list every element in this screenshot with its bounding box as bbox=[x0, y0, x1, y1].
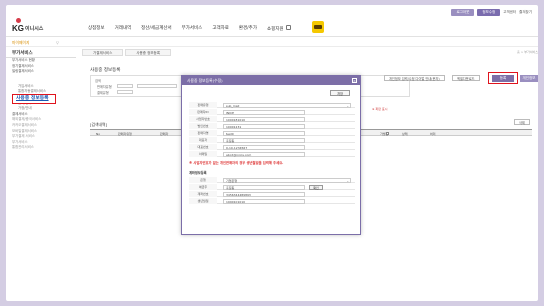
field-row: 생년월일 1990101010 bbox=[189, 198, 355, 205]
seller-name-field[interactable]: test0 bbox=[223, 131, 305, 136]
field-label: 계좌번호 bbox=[189, 191, 217, 198]
page-title: 사용중 정보등록 bbox=[90, 68, 121, 73]
field-row: 판매자명 test0 bbox=[189, 130, 355, 137]
profile-edit-button[interactable]: 정보수정 bbox=[477, 9, 501, 16]
grid-icon bbox=[285, 25, 291, 30]
field-row: 판매자ID INICE bbox=[189, 109, 355, 116]
logout-button[interactable]: 로그아웃 bbox=[451, 9, 475, 16]
email-field[interactable]: abcd@inicis.com bbox=[223, 152, 305, 157]
main-nav: 상점정보 거래내역 정산/세금계산서 부가서비스 고객자료 환경/추가 쇼핑지원 bbox=[88, 25, 291, 32]
red-hint: ※ 파란 표시 bbox=[372, 107, 388, 111]
filter-seller-type-label: 판매자유형 bbox=[97, 85, 112, 89]
nav-store-info[interactable]: 상점정보 bbox=[88, 25, 105, 32]
field-row: 대표자 홍길동 bbox=[189, 137, 355, 144]
logo-inicis: 이니시스 bbox=[25, 26, 44, 32]
nav-settlement[interactable]: 정산/세금계산서 bbox=[141, 25, 172, 32]
app-window: 로그아웃 정보수정 고객센터 즐겨찾기 KG 이니시스 상점정보 거래내역 정산… bbox=[6, 5, 538, 301]
top-header: KG 이니시스 상점정보 거래내역 정산/세금계산서 부가서비스 고객자료 환경… bbox=[6, 17, 538, 37]
save-button[interactable]: 저장 bbox=[330, 90, 350, 96]
nav-transactions[interactable]: 거래내역 bbox=[115, 25, 132, 32]
sidebar-item[interactable]: 통합관리서비스 bbox=[6, 145, 76, 151]
filter-label: 검색 bbox=[95, 79, 101, 83]
sidebar-item-selected-label: 사용중 정보등록 bbox=[16, 96, 49, 101]
field-label: 대표자 bbox=[189, 137, 217, 144]
seller-id-field[interactable]: INICE bbox=[223, 110, 305, 115]
field-label: 은행 bbox=[189, 177, 217, 184]
warning-text: ※ 사업자번호가 없는 개인판매자의 경우 생년월일을 입력해 주세요. bbox=[189, 161, 284, 165]
tab-payment[interactable]: 가결제서비스 bbox=[82, 49, 124, 56]
customer-center-link[interactable]: 고객센터 bbox=[503, 10, 516, 15]
breadcrumb: 홈 > 부가서비스 bbox=[517, 50, 538, 54]
tab-bar: 가결제서비스 사용중 정보등록 bbox=[82, 49, 173, 56]
breadcrumb-row: 마이페이지 ▽ bbox=[6, 39, 538, 47]
seller-type-input[interactable] bbox=[137, 83, 177, 88]
field-row: 법인번호 10001231 bbox=[189, 123, 355, 130]
account-number-field[interactable]: 3456344489893 bbox=[223, 192, 305, 197]
sidebar: 부가서비스 부가서비스 현황 정기결제서비스 빌링결제서비스 가입서비스 통합자… bbox=[6, 49, 76, 301]
field-label: 예금주 bbox=[189, 184, 217, 191]
nav-settings[interactable]: 환경/추가 bbox=[239, 25, 257, 32]
field-label: 이메일 bbox=[189, 151, 217, 158]
verify-button[interactable]: 확인 bbox=[309, 185, 323, 190]
dialog-header: 사용중 정보등록(수정) × bbox=[182, 76, 360, 85]
nav-shopping-support[interactable]: 쇼핑지원 bbox=[267, 25, 291, 32]
field-label: 판매자ID bbox=[189, 109, 217, 116]
phone-field[interactable]: 0-10-1234567 bbox=[223, 145, 305, 150]
favorites-link[interactable]: 즐겨찾기 bbox=[519, 10, 532, 15]
corp-number-field[interactable]: 10001231 bbox=[223, 124, 305, 129]
logo[interactable]: KG 이니시스 bbox=[12, 18, 56, 35]
utility-bar: 로그아웃 정보수정 고객센터 즐겨찾기 bbox=[451, 9, 532, 16]
dialog-title: 사용중 정보등록(수정) bbox=[187, 78, 223, 83]
inquiry-button[interactable]: 개인정보 입력/수정 다이얼 안내(문자) bbox=[384, 75, 445, 81]
delete-button[interactable]: 삭제 bbox=[514, 119, 530, 125]
register-button[interactable]: 등록 bbox=[492, 74, 514, 82]
birthdate-field[interactable]: 1990101010 bbox=[223, 199, 305, 204]
field-label: 대표번호 bbox=[189, 144, 217, 151]
mypage-link[interactable]: 마이페이지 bbox=[12, 40, 29, 46]
field-label: 법인번호 bbox=[189, 123, 217, 130]
kakao-badge-icon[interactable] bbox=[312, 21, 324, 33]
register-dialog: 사용중 정보등록(수정) × 저장 판매유형 sub_mall ⌄ 판매자ID I… bbox=[181, 75, 361, 235]
bank-select[interactable]: 기업은행 ⌄ bbox=[223, 178, 351, 183]
col-status: 상태 bbox=[402, 131, 408, 136]
business-number-field[interactable]: 1000181010 bbox=[223, 117, 305, 122]
filter-pay-type-label: 결제유형 bbox=[97, 91, 109, 95]
field-row: 은행 기업은행 ⌄ bbox=[189, 177, 355, 184]
collapse-icon[interactable]: ▽ bbox=[56, 40, 59, 45]
pay-type-select[interactable] bbox=[117, 89, 133, 94]
nav-addon-services[interactable]: 부가서비스 bbox=[182, 25, 203, 32]
field-row: 사업자번호 1000181010 bbox=[189, 116, 355, 123]
close-icon[interactable]: × bbox=[352, 78, 357, 83]
logo-mark-icon bbox=[16, 18, 21, 23]
bank-section-title: 계좌정보등록 bbox=[189, 171, 207, 175]
excel-download-button[interactable]: 엑셀다운로드 bbox=[452, 75, 480, 81]
sidebar-item-selected[interactable]: 사용중 정보등록 bbox=[12, 94, 56, 104]
sidebar-title: 부가서비스 bbox=[6, 49, 76, 58]
field-label: 사업자번호 bbox=[189, 116, 217, 123]
col-seller-type: 판매자유형 bbox=[118, 131, 132, 136]
sale-type-select[interactable]: sub_mall ⌄ bbox=[223, 103, 351, 108]
field-label: 생년월일 bbox=[189, 198, 217, 205]
field-label: 판매유형 bbox=[189, 102, 217, 109]
field-row: 판매유형 sub_mall ⌄ bbox=[189, 102, 355, 109]
seller-type-select[interactable] bbox=[117, 83, 133, 88]
account-holder-field[interactable]: 홍길동 bbox=[223, 185, 305, 190]
field-row: 대표번호 0-10-1234567 bbox=[189, 144, 355, 151]
nav-customer-data[interactable]: 고객자료 bbox=[212, 25, 229, 32]
col-seller: 판매자 bbox=[160, 131, 169, 136]
col-no: No bbox=[96, 131, 101, 136]
col-action: 처리 bbox=[430, 131, 436, 136]
field-row: 예금주 홍길동 확인 bbox=[189, 184, 355, 191]
logo-kg: KG bbox=[12, 24, 24, 33]
list-title: [검색내역] bbox=[90, 122, 107, 127]
field-row: 이메일 abcd@inicis.com bbox=[189, 151, 355, 158]
field-label: 판매자명 bbox=[189, 130, 217, 137]
tab-register[interactable]: 사용중 정보등록 bbox=[125, 49, 171, 56]
extra-button[interactable]: 개인정보 bbox=[520, 74, 538, 82]
select-all-checkbox[interactable] bbox=[386, 131, 389, 135]
field-row: 계좌번호 3456344489893 bbox=[189, 191, 355, 198]
representative-field[interactable]: 홍길동 bbox=[223, 138, 305, 143]
